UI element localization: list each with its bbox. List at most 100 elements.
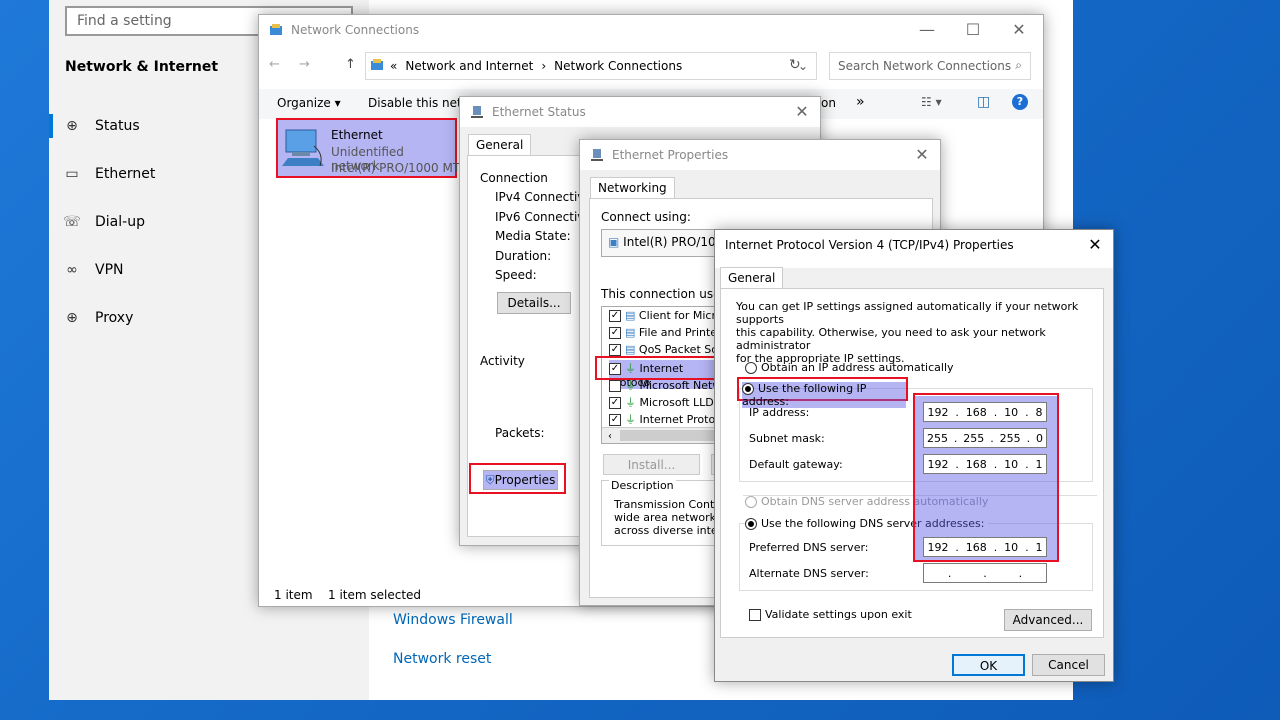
properties-button-annotation: ⛨Properties (469, 463, 566, 494)
description-line: Transmission Control (614, 498, 729, 511)
window-title: Ethernet Properties (612, 148, 729, 162)
ethernet-icon: ▭ (65, 166, 79, 182)
item-count: 1 item (274, 588, 313, 602)
ip-address-field[interactable]: 192. 168. 10. 8 (923, 402, 1047, 422)
tab-general[interactable]: General (468, 134, 532, 155)
cancel-button[interactable]: Cancel (1032, 654, 1105, 676)
nav-item-label: Proxy (95, 310, 134, 326)
manual-ip-annotation: Use the following IP address: (737, 377, 908, 408)
shield-icon: ⛨ (485, 473, 495, 487)
breadcrumb-overflow[interactable]: « (390, 59, 397, 73)
duration-label: Duration: (495, 249, 552, 263)
windows-firewall-link[interactable]: Windows Firewall (393, 612, 513, 628)
install-button[interactable]: Install... (603, 454, 700, 475)
back-arrow-icon[interactable]: ← (269, 57, 280, 72)
globe-icon: ⊕ (66, 310, 78, 326)
close-button[interactable]: ✕ (997, 15, 1041, 45)
list-item[interactable]: ✓ ▤ File and Printer (609, 326, 722, 339)
tab-networking[interactable]: Networking (590, 177, 675, 198)
validate-settings-checkbox[interactable]: Validate settings upon exit (749, 608, 912, 621)
nav-item-label: Ethernet (95, 166, 156, 182)
breadcrumb-network-connections[interactable]: Network Connections (554, 59, 682, 73)
preferred-dns-label: Preferred DNS server: (749, 541, 869, 554)
connection-group-label: Connection (480, 171, 548, 185)
radio-icon (745, 362, 757, 374)
adapter-name: Ethernet (331, 128, 383, 142)
preferred-dns-field[interactable]: 192. 168. 10. 1 (923, 537, 1047, 557)
help-icon[interactable]: ? (1012, 94, 1028, 110)
network-adapter-icon (280, 126, 328, 173)
search-network-connections-input[interactable]: Search Network Connections ⌕ (829, 52, 1031, 80)
search-icon: ⌕ (1015, 58, 1022, 72)
description-label: Description (609, 479, 676, 492)
phone-icon: ☏ (63, 214, 81, 230)
media-state-label: Media State: (495, 229, 571, 243)
list-item[interactable]: ✓ ⏚ Internet Protoco (609, 411, 728, 427)
speed-label: Speed: (495, 268, 537, 282)
ipv4-item-annotation (595, 356, 719, 380)
vpn-icon: ∞ (66, 262, 78, 278)
activity-group-label: Activity (480, 354, 525, 368)
network-reset-link[interactable]: Network reset (393, 651, 491, 667)
list-item[interactable]: ✓ ⏚ Microsoft LLDP (609, 394, 720, 410)
close-button[interactable]: ✕ (784, 97, 820, 127)
details-button[interactable]: Details... (497, 292, 571, 314)
close-button[interactable]: ✕ (904, 140, 940, 170)
ip-address-label: IP address: (749, 406, 810, 419)
use-following-ip-radio[interactable]: Use the following IP address: (742, 382, 906, 408)
intro-text: You can get IP settings assigned automat… (736, 300, 1079, 365)
window-title: Internet Protocol Version 4 (TCP/IPv4) P… (725, 238, 1014, 252)
ethernet-adapter-item[interactable]: Ethernet Unidentified network Intel(R) P… (276, 118, 481, 178)
radio-icon (745, 496, 757, 508)
network-folder-icon (370, 58, 384, 75)
selected-count: 1 item selected (328, 588, 422, 602)
close-button[interactable]: ✕ (1077, 230, 1113, 260)
subnet-mask-label: Subnet mask: (749, 432, 825, 445)
disable-device-button[interactable]: Disable this netw (368, 96, 472, 110)
ipv4-properties-dialog: Internet Protocol Version 4 (TCP/IPv4) P… (714, 229, 1114, 682)
nav-item-label: Dial-up (95, 214, 145, 230)
refresh-icon[interactable]: ↻ (789, 57, 801, 73)
minimize-button[interactable]: — (905, 15, 949, 45)
subnet-mask-field[interactable]: 255. 255. 255. 0 (923, 428, 1047, 448)
network-icon (590, 148, 604, 162)
breadcrumb-network-internet[interactable]: Network and Internet (405, 59, 533, 73)
change-view-icon[interactable]: ☷ ▾ (921, 95, 942, 109)
organize-button[interactable]: Organize ▾ (277, 96, 341, 110)
preview-pane-icon[interactable]: ◫ (977, 94, 990, 110)
titlebar: Internet Protocol Version 4 (TCP/IPv4) P… (715, 230, 1113, 260)
titlebar: Ethernet Status (460, 97, 820, 127)
titlebar: Ethernet Properties (580, 140, 940, 170)
command-overflow-text: on (821, 96, 836, 110)
network-folder-icon (269, 23, 283, 37)
obtain-ip-auto-radio[interactable]: Obtain an IP address automatically (745, 361, 954, 374)
address-bar[interactable]: « Network and Internet › Network Connect… (365, 52, 817, 80)
list-item[interactable]: ✓ ▤ QoS Packet Sc (609, 343, 717, 356)
nav-item-label: VPN (95, 262, 124, 278)
packets-label: Packets: (495, 426, 545, 440)
radio-icon (742, 383, 754, 395)
advanced-button[interactable]: Advanced... (1004, 609, 1092, 631)
connect-using-label: Connect using: (601, 210, 691, 224)
more-commands-button[interactable]: » (856, 94, 865, 110)
chevron-right-icon: › (541, 59, 547, 73)
window-title: Network Connections (291, 23, 420, 37)
default-gateway-label: Default gateway: (749, 458, 843, 471)
radio-icon (745, 518, 757, 530)
section-title: Network & Internet (65, 59, 219, 75)
default-gateway-field[interactable]: 192. 168. 10. 1 (923, 454, 1047, 474)
scroll-left-icon[interactable]: ‹ (608, 431, 612, 442)
globe-icon: ⊕ (66, 118, 78, 134)
alternate-dns-label: Alternate DNS server: (749, 567, 869, 580)
list-item[interactable]: ✓ ▤ Client for Micros (609, 309, 728, 322)
properties-button[interactable]: ⛨Properties (483, 470, 558, 490)
up-arrow-icon[interactable]: ↑ (345, 57, 356, 72)
forward-arrow-icon[interactable]: → (299, 57, 310, 72)
ok-button[interactable]: OK (952, 654, 1025, 676)
window-title: Ethernet Status (492, 105, 586, 119)
network-icon (470, 105, 484, 119)
alternate-dns-field[interactable]: ... (923, 563, 1047, 583)
maximize-button[interactable]: ☐ (951, 15, 995, 45)
network-adapter-icon: ▣ (608, 235, 620, 249)
tab-general[interactable]: General (720, 267, 784, 288)
